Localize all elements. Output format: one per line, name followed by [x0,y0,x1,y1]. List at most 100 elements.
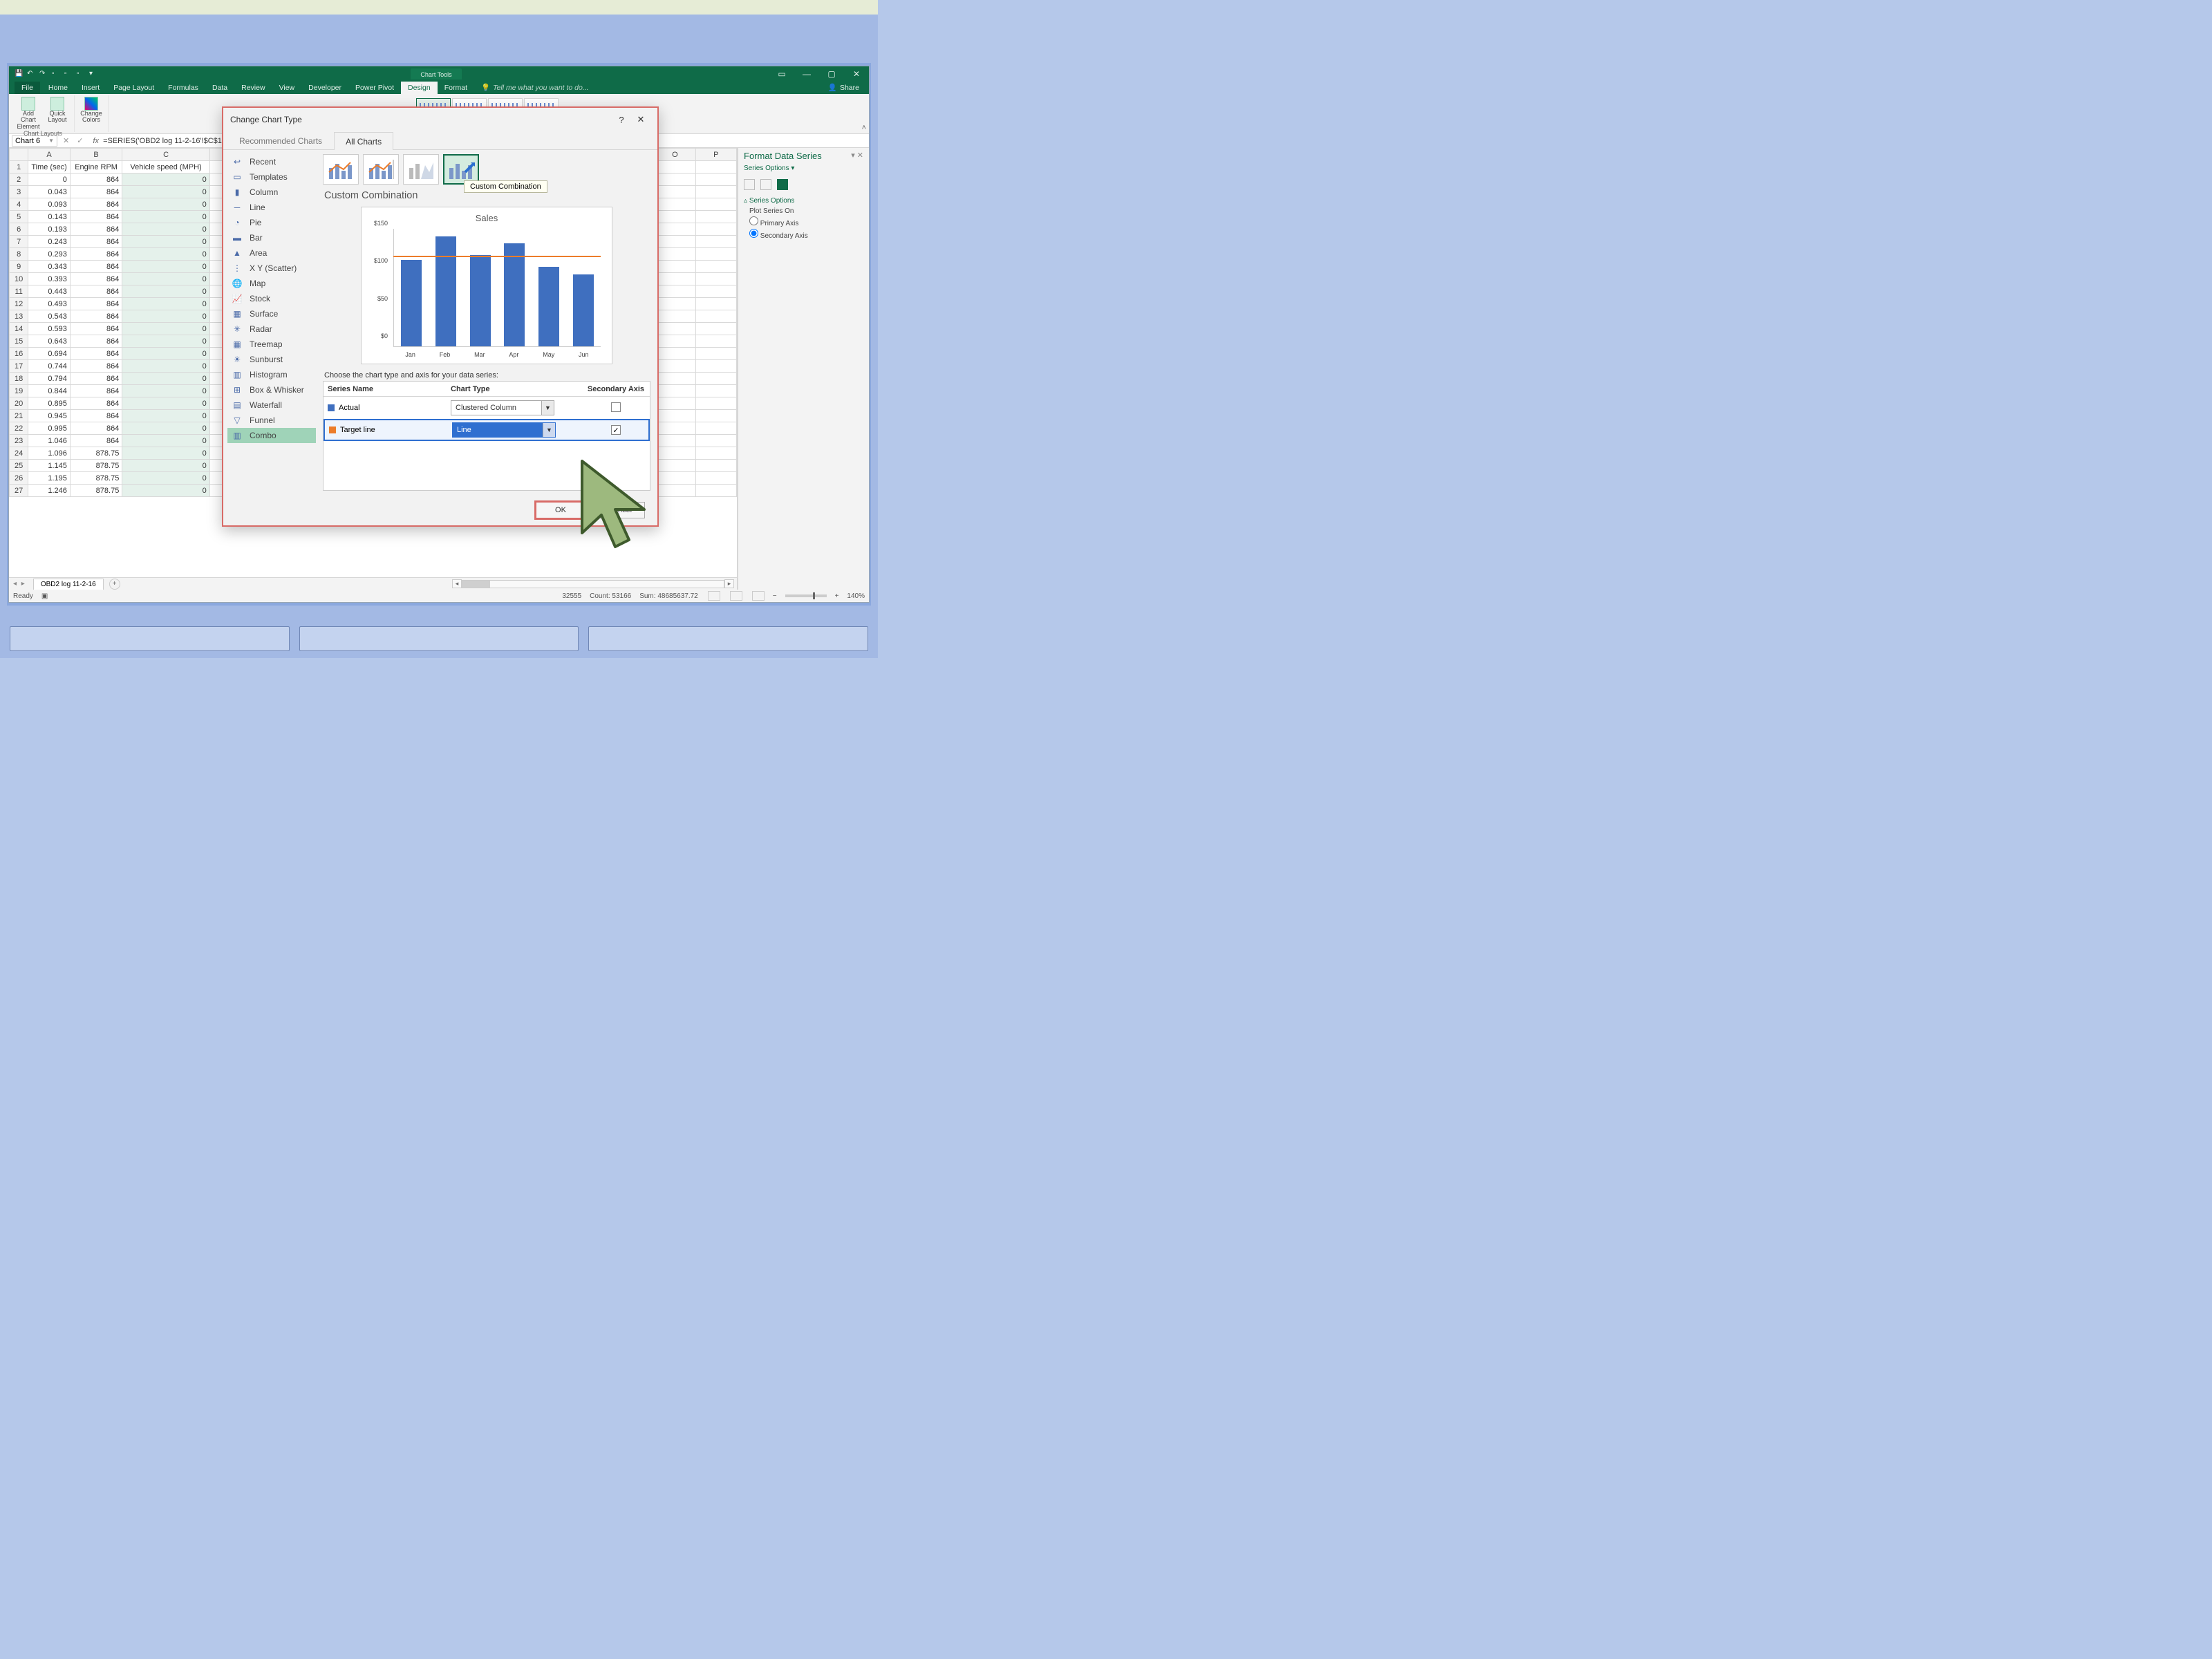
series-options-dropdown[interactable]: Series Options ▾ [744,165,794,172]
series-swatch-icon [328,404,335,411]
fx-icon[interactable]: fx [89,137,104,145]
chart-type-dropdown[interactable]: Clustered Column▼ [451,400,554,415]
minimize-icon[interactable]: — [794,69,819,79]
chart-category-line[interactable]: ─Line [227,200,316,215]
sheet-tab[interactable]: OBD2 log 11-2-16 [33,579,104,590]
tab-developer[interactable]: Developer [301,82,348,94]
undo-icon[interactable]: ↶ [27,70,35,78]
chart-category-recent[interactable]: ↩Recent [227,154,316,169]
series-row-target-line[interactable]: Target line Line▼ ✓ [324,419,650,441]
quick-layout-button[interactable]: Quick Layout [44,95,71,124]
qat-icon[interactable]: ▫ [64,70,73,78]
view-normal-icon[interactable] [708,591,720,601]
tab-review[interactable]: Review [234,82,272,94]
combo-subtype-2[interactable] [363,154,399,185]
sheet-nav-icon[interactable]: ◂ ▸ [9,580,30,588]
chart-category-pie[interactable]: ◔Pie [227,215,316,230]
col-secondary-axis: Secondary Axis [582,385,650,393]
maximize-icon[interactable]: ▢ [819,69,844,79]
qat-icon[interactable]: ▫ [52,70,60,78]
close-icon[interactable]: ✕ [857,151,863,160]
col-chart-type: Chart Type [447,385,582,393]
category-icon: ⋮ [232,263,243,273]
close-icon[interactable]: ✕ [844,69,869,79]
chart-category-stock[interactable]: 📈Stock [227,291,316,306]
chart-category-area[interactable]: ▲Area [227,245,316,261]
series-row-actual[interactable]: Actual Clustered Column▼ [324,397,650,419]
formula-bar-buttons[interactable]: ✕ ✓ [60,136,89,145]
horizontal-scrollbar[interactable]: ◂ ▸ [120,579,737,588]
change-chart-type-dialog: Change Chart Type ? ✕ Recommended Charts… [222,106,659,527]
tab-formulas[interactable]: Formulas [161,82,205,94]
chart-category-bar[interactable]: ▬Bar [227,230,316,245]
zoom-slider[interactable] [785,594,827,597]
secondary-axis-checkbox[interactable]: ✓ [611,425,621,435]
macro-record-icon[interactable]: ▣ [41,592,48,600]
category-icon: ▥ [232,431,243,440]
tab-power-pivot[interactable]: Power Pivot [348,82,401,94]
ok-button[interactable]: OK [536,502,585,518]
qat-icon[interactable]: ▫ [77,70,85,78]
share-button[interactable]: 👤Share [818,81,869,94]
tab-file[interactable]: File [15,82,40,94]
zoom-in-icon[interactable]: + [835,592,839,600]
chart-category-x-y-scatter-[interactable]: ⋮X Y (Scatter) [227,261,316,276]
close-icon[interactable]: ✕ [631,114,650,125]
change-colors-button[interactable]: Change Colors [77,95,105,124]
help-icon[interactable]: ? [612,115,631,125]
tab-page-layout[interactable]: Page Layout [106,82,161,94]
chart-category-map[interactable]: 🌐Map [227,276,316,291]
secondary-axis-checkbox[interactable] [611,402,621,412]
effects-icon[interactable] [760,179,771,190]
section-header[interactable]: ▵ Series Options [744,197,863,205]
chart-category-box-whisker[interactable]: ⊞Box & Whisker [227,382,316,397]
tab-home[interactable]: Home [41,82,75,94]
view-page-layout-icon[interactable] [730,591,742,601]
redo-icon[interactable]: ↷ [39,70,48,78]
combo-subtype-1[interactable] [323,154,359,185]
chart-category-funnel[interactable]: ▽Funnel [227,413,316,428]
chart-category-radar[interactable]: ✳Radar [227,321,316,337]
series-options-icon[interactable] [777,179,788,190]
collapse-ribbon-icon[interactable]: ˄ [862,124,866,132]
tab-recommended-charts[interactable]: Recommended Charts [227,131,334,149]
add-sheet-button[interactable]: + [109,579,120,590]
scroll-right-icon[interactable]: ▸ [724,579,734,588]
chevron-down-icon[interactable]: ▼ [48,138,54,144]
series-table: Series Name Chart Type Secondary Axis Ac… [323,381,650,491]
scroll-left-icon[interactable]: ◂ [452,579,462,588]
chart-category-treemap[interactable]: ▦Treemap [227,337,316,352]
title-bar: 💾 ↶ ↷ ▫ ▫ ▫ ▾ Chart Tools ▭ — ▢ ✕ [9,66,869,81]
tab-insert[interactable]: Insert [75,82,106,94]
view-page-break-icon[interactable] [752,591,765,601]
tab-design[interactable]: Design [401,82,438,94]
tab-data[interactable]: Data [205,82,234,94]
chart-category-waterfall[interactable]: ▤Waterfall [227,397,316,413]
combo-subtype-3[interactable] [403,154,439,185]
tab-all-charts[interactable]: All Charts [334,132,393,150]
chart-category-templates[interactable]: ▭Templates [227,169,316,185]
add-chart-element-button[interactable]: Add Chart Element [15,95,42,130]
pane-dropdown-icon[interactable]: ▾ [851,151,855,160]
chart-category-sunburst[interactable]: ☀Sunburst [227,352,316,367]
chart-category-surface[interactable]: ▦Surface [227,306,316,321]
ribbon-display-icon[interactable]: ▭ [769,69,794,79]
tab-format[interactable]: Format [438,82,474,94]
chart-category-column[interactable]: ▮Column [227,185,316,200]
secondary-axis-radio[interactable]: Secondary Axis [749,229,863,240]
cancel-button[interactable]: Cancel [595,502,645,518]
tab-view[interactable]: View [272,82,302,94]
primary-axis-radio[interactable]: Primary Axis [749,216,863,227]
chart-category-histogram[interactable]: ▥Histogram [227,367,316,382]
tell-me-search[interactable]: 💡Tell me what you want to do... [474,81,596,94]
save-icon[interactable]: 💾 [15,70,23,78]
qat-dropdown-icon[interactable]: ▾ [89,70,97,78]
category-icon: ▲ [232,248,243,258]
category-icon: 🌐 [232,279,243,288]
zoom-level[interactable]: 140% [847,592,865,600]
zoom-out-icon[interactable]: − [773,592,777,600]
chart-type-dropdown[interactable]: Line▼ [452,422,556,438]
chart-category-combo[interactable]: ▥Combo [227,428,316,443]
fill-line-icon[interactable] [744,179,755,190]
chart-subtype-row: Custom Combination [323,154,650,185]
